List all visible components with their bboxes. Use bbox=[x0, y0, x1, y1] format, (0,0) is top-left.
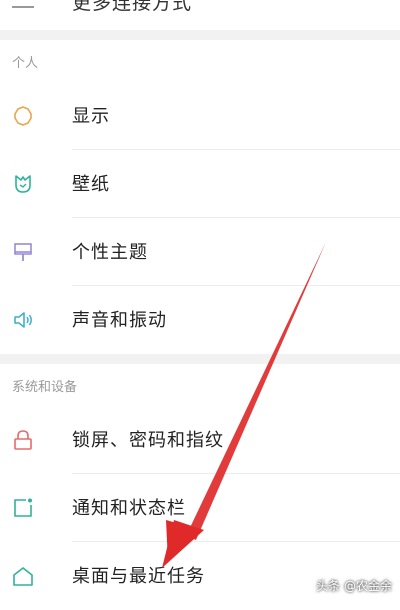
settings-item-label: 个性主题 bbox=[72, 242, 148, 263]
notification-icon bbox=[12, 497, 34, 519]
partial-top-row[interactable]: 更多连接方式 bbox=[0, 0, 400, 26]
section-header-personal: 个人 bbox=[12, 56, 39, 71]
settings-item-label: 声音和振动 bbox=[72, 310, 167, 331]
lock-icon bbox=[12, 429, 34, 451]
settings-item-theme[interactable]: 个性主题 bbox=[0, 218, 400, 286]
display-sun-icon bbox=[12, 105, 34, 127]
section-divider bbox=[0, 30, 400, 40]
settings-item-label: 通知和状态栏 bbox=[72, 498, 186, 519]
theme-brush-icon bbox=[12, 241, 34, 263]
settings-item-label: 壁纸 bbox=[72, 174, 110, 195]
settings-item-notifications[interactable]: 通知和状态栏 bbox=[0, 474, 400, 542]
home-icon bbox=[12, 565, 34, 587]
settings-item-sound[interactable]: 声音和振动 bbox=[0, 286, 400, 354]
settings-item-label: 桌面与最近任务 bbox=[72, 566, 205, 587]
settings-item-display[interactable]: 显示 bbox=[0, 82, 400, 150]
sound-speaker-icon bbox=[12, 309, 34, 331]
section-header-system: 系统和设备 bbox=[12, 380, 78, 395]
settings-item-label: 显示 bbox=[72, 106, 110, 127]
settings-item-lockscreen[interactable]: 锁屏、密码和指纹 bbox=[0, 406, 400, 474]
connection-icon bbox=[12, 0, 34, 8]
settings-item-label: 锁屏、密码和指纹 bbox=[72, 430, 224, 451]
wallpaper-tulip-icon bbox=[12, 173, 34, 195]
section-divider bbox=[0, 354, 400, 364]
watermark: 头条 @农金余 bbox=[316, 579, 392, 593]
settings-item-wallpaper[interactable]: 壁纸 bbox=[0, 150, 400, 218]
partial-top-row-label: 更多连接方式 bbox=[72, 0, 193, 14]
